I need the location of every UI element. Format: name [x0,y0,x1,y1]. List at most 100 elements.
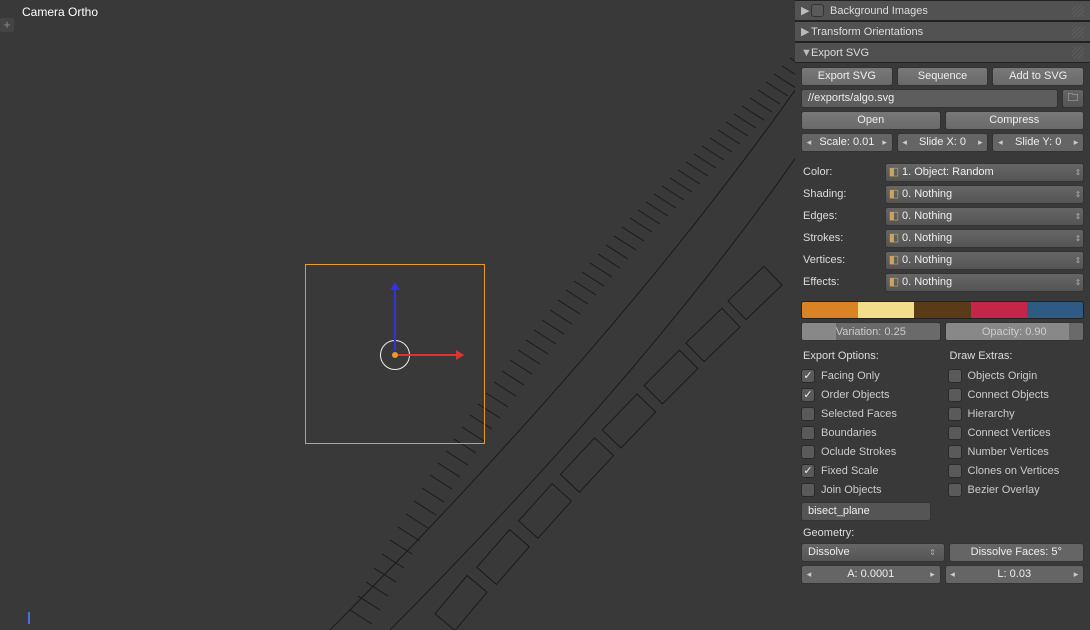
checkbox-icon [948,369,962,383]
axis-indicator [22,606,40,624]
dropdown-icon: ⇕ [1073,208,1083,225]
option-label: Objects Origin [968,370,1038,382]
panel-background-images[interactable]: ▶ Background Images [795,0,1090,21]
opacity-slider[interactable]: Opacity: 0.90 [945,322,1085,341]
panel-label: Export SVG [811,47,869,59]
strokes-label: Strokes: [801,229,881,248]
edges-label: Edges: [801,207,881,226]
option-label: Connect Objects [968,389,1049,401]
panel-grip-icon [1072,5,1084,17]
dissolve-select[interactable]: Dissolve⇕ [801,543,945,562]
checkbox-icon [801,369,815,383]
color-label: Color: [801,163,881,182]
swatch-2[interactable] [858,302,914,318]
filepath-input[interactable]: //exports/algo.svg [801,89,1058,108]
checkbox-icon [801,407,815,421]
z-axis-arrow[interactable] [394,283,396,351]
expand-arrow-icon: ▶ [801,4,811,17]
option-boundaries[interactable]: Boundaries [801,423,938,442]
option-label: Number Vertices [968,446,1049,458]
swatch-1[interactable] [802,302,858,318]
swatch-4[interactable] [971,302,1027,318]
checkbox-icon [801,388,815,402]
add-to-svg-button[interactable]: Add to SVG [992,67,1084,86]
option-oclude-strokes[interactable]: Oclude Strokes [801,442,938,461]
option-number-vertices[interactable]: Number Vertices [948,442,1085,461]
export-svg-body: Export SVG Sequence Add to SVG //exports… [795,63,1090,595]
option-connect-objects[interactable]: Connect Objects [948,385,1085,404]
panel-export-svg[interactable]: ▼ Export SVG [795,42,1090,63]
vertices-select[interactable]: ◧0. Nothing⇕ [885,251,1084,270]
export-svg-button[interactable]: Export SVG [801,67,893,86]
option-label: Facing Only [821,370,880,382]
swatch-5[interactable] [1027,302,1083,318]
edges-select[interactable]: ◧0. Nothing⇕ [885,207,1084,226]
checkbox-icon [801,426,815,440]
checkbox-icon [948,464,962,478]
panel-label: Transform Orientations [811,26,923,38]
option-clones-on-vertices[interactable]: Clones on Vertices [948,461,1085,480]
option-label: Boundaries [821,427,877,439]
open-button[interactable]: Open [801,111,941,130]
option-label: Hierarchy [968,408,1015,420]
option-fixed-scale[interactable]: Fixed Scale [801,461,938,480]
option-selected-faces[interactable]: Selected Faces [801,404,938,423]
strokes-select[interactable]: ◧0. Nothing⇕ [885,229,1084,248]
compress-button[interactable]: Compress [945,111,1085,130]
l-field[interactable]: ◂L: 0.03▸ [945,565,1085,584]
a-field[interactable]: ◂A: 0.0001▸ [801,565,941,584]
color-swatches[interactable] [801,301,1084,319]
3d-viewport[interactable]: Camera Ortho + [0,0,795,630]
option-facing-only[interactable]: Facing Only [801,366,938,385]
option-objects-origin[interactable]: Objects Origin [948,366,1085,385]
variation-slider[interactable]: Variation: 0.25 [801,322,941,341]
draw-extras-label: Draw Extras: [950,350,1085,362]
dropdown-icon: ⇕ [1073,164,1083,181]
checkbox-icon [948,483,962,497]
x-axis-arrow[interactable] [398,354,463,356]
effects-select[interactable]: ◧0. Nothing⇕ [885,273,1084,292]
panel-transform-orientations[interactable]: ▶ Transform Orientations [795,21,1090,42]
option-label: Clones on Vertices [968,465,1060,477]
bisect-input[interactable]: bisect_plane [801,502,931,521]
option-label: Connect Vertices [968,427,1051,439]
dropdown-icon: ⇕ [1073,252,1083,269]
expand-arrow-icon: ▶ [801,25,811,38]
color-select[interactable]: ◧1. Object: Random⇕ [885,163,1084,182]
slide-y-field[interactable]: ◂Slide Y: 0▸ [992,133,1084,152]
option-hierarchy[interactable]: Hierarchy [948,404,1085,423]
effects-label: Effects: [801,273,881,292]
file-browse-button[interactable]: 🗀 [1062,89,1084,108]
object-icon: ◧ [886,230,902,247]
scale-field[interactable]: ◂Scale: 0.01▸ [801,133,893,152]
panel-grip-icon [1072,47,1084,59]
geometry-label: Geometry: [803,527,1084,539]
sequence-button[interactable]: Sequence [897,67,989,86]
checkbox-icon [801,483,815,497]
option-order-objects[interactable]: Order Objects [801,385,938,404]
slide-x-field[interactable]: ◂Slide X: 0▸ [897,133,989,152]
shading-label: Shading: [801,185,881,204]
checkbox-icon [801,445,815,459]
option-bezier-overlay[interactable]: Bezier Overlay [948,480,1085,499]
option-label: Oclude Strokes [821,446,896,458]
dropdown-icon: ⇕ [928,544,938,561]
export-options-label: Export Options: [803,350,938,362]
checkbox-icon [948,388,962,402]
checkbox-icon [948,407,962,421]
dissolve-faces-field[interactable]: Dissolve Faces: 5° [949,543,1085,562]
vertices-label: Vertices: [801,251,881,270]
collapse-arrow-icon: ▼ [801,47,811,59]
dropdown-icon: ⇕ [1073,186,1083,203]
shading-select[interactable]: ◧0. Nothing⇕ [885,185,1084,204]
panel-label: Background Images [830,5,928,17]
option-label: Order Objects [821,389,889,401]
dropdown-icon: ⇕ [1073,230,1083,247]
option-connect-vertices[interactable]: Connect Vertices [948,423,1085,442]
option-join-objects[interactable]: Join Objects [801,480,938,499]
object-icon: ◧ [886,186,902,203]
swatch-3[interactable] [914,302,970,318]
bg-images-checkbox[interactable] [811,4,824,17]
object-icon: ◧ [886,208,902,225]
panel-grip-icon [1072,26,1084,38]
